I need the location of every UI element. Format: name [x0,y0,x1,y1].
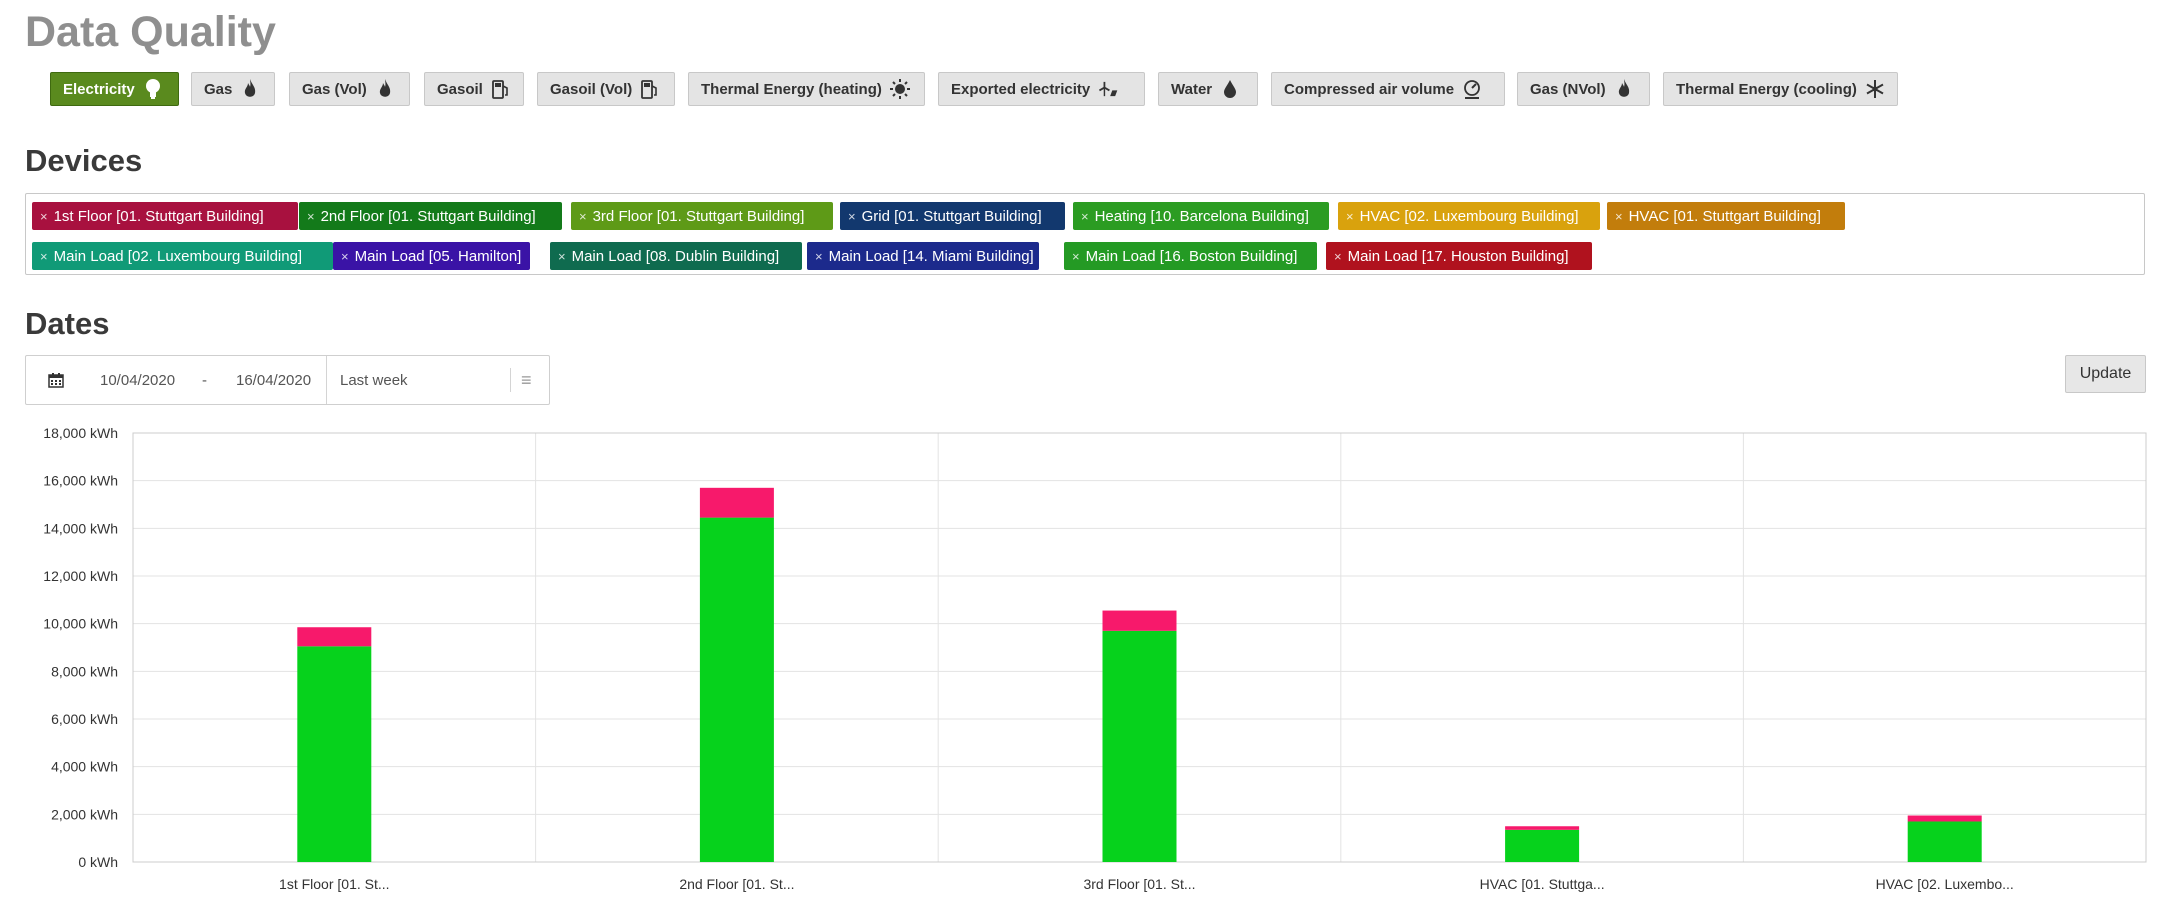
bar-series-2 [1505,826,1579,830]
y-tick-label: 8,000 kWh [51,663,118,679]
x-tick-label: 1st Floor [01. St... [279,876,390,892]
bar-series-2 [700,488,774,518]
bar-series-2 [1908,816,1982,822]
y-tick-label: 2,000 kWh [51,806,118,822]
y-tick-label: 10,000 kWh [43,616,118,632]
bar-series-1 [1103,631,1177,862]
y-tick-label: 18,000 kWh [43,425,118,441]
x-tick-label: HVAC [02. Luxembo... [1876,876,2014,892]
bar-series-2 [1103,611,1177,631]
x-tick-label: 3rd Floor [01. St... [1083,876,1195,892]
consumption-chart: 0 kWh 2,000 kWh 4,000 kWh 6,000 kWh 8,000 kW… [0,0,2160,902]
x-tick-label: HVAC [01. Stuttga... [1480,876,1605,892]
bar-series-2 [297,627,371,646]
y-tick-label: 16,000 kWh [43,473,118,489]
bar-series-1 [1908,821,1982,862]
bar-series-1 [700,518,774,862]
y-tick-label: 12,000 kWh [43,568,118,584]
x-tick-label: 2nd Floor [01. St... [679,876,794,892]
y-tick-label: 4,000 kWh [51,759,118,775]
y-tick-label: 0 kWh [78,854,118,870]
bar-series-1 [1505,830,1579,862]
bar-series-1 [297,646,371,862]
y-tick-label: 14,000 kWh [43,520,118,536]
y-tick-label: 6,000 kWh [51,711,118,727]
